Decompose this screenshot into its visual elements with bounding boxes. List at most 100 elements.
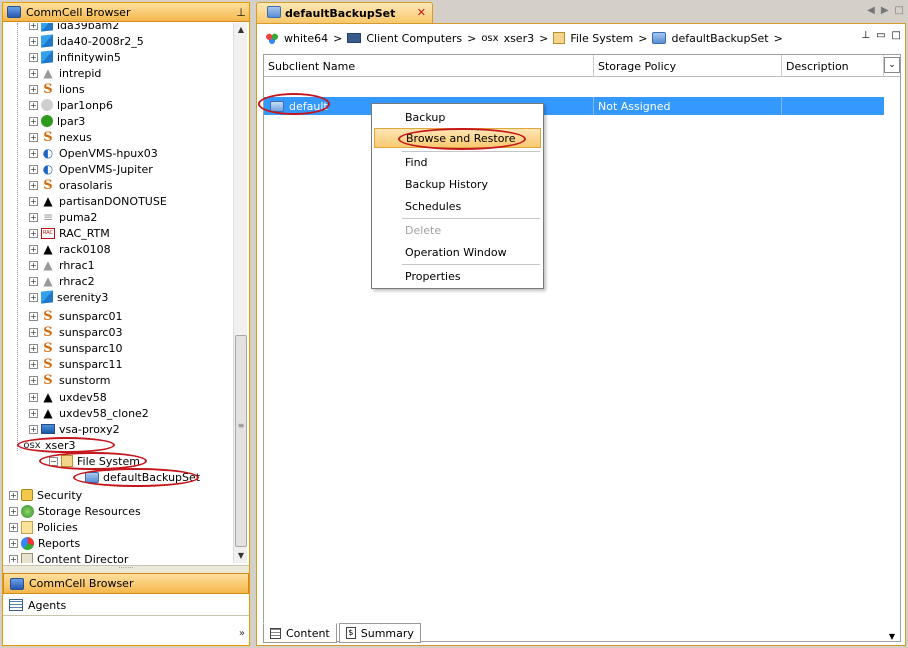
tree-item-reports[interactable]: + Reports bbox=[9, 535, 80, 551]
tree-item-client[interactable]: + ▲ uxdev58_clone2 bbox=[29, 405, 149, 421]
collapse-icon[interactable]: − bbox=[49, 456, 58, 466]
expand-icon[interactable]: + bbox=[29, 116, 38, 126]
tree-item-client[interactable]: + lpar3 bbox=[29, 113, 85, 129]
expand-icon[interactable]: + bbox=[29, 375, 38, 385]
close-icon[interactable]: ✕ bbox=[417, 6, 426, 19]
tree-item-client[interactable]: + ◐ OpenVMS-Jupiter bbox=[29, 161, 153, 177]
expand-icon[interactable]: + bbox=[29, 276, 38, 286]
panel-splitter[interactable]: ······· bbox=[3, 565, 249, 573]
scroll-thumb[interactable]: ≡ bbox=[235, 335, 247, 547]
expand-icon[interactable]: + bbox=[29, 52, 38, 62]
tab-next-icon[interactable]: ▶ bbox=[881, 5, 889, 16]
tree-item-client[interactable]: + ida40-2008r2_5 bbox=[29, 33, 144, 49]
menu-item-browse-and-restore[interactable]: Browse and Restore bbox=[374, 128, 541, 148]
column-header-description[interactable]: Description bbox=[782, 55, 884, 77]
tree-item-client[interactable]: + ▲ rhrac2 bbox=[29, 273, 95, 289]
expand-icon[interactable]: + bbox=[29, 424, 38, 434]
expand-icon[interactable]: + bbox=[9, 538, 18, 548]
tree-item-default-backupset[interactable]: defaultBackupSet bbox=[85, 469, 200, 485]
expand-icon[interactable]: + bbox=[9, 522, 18, 532]
expand-icon[interactable]: + bbox=[9, 506, 18, 516]
menu-item-properties[interactable]: Properties bbox=[374, 266, 541, 286]
tree-scrollbar[interactable]: ▲ ≡ ▼ bbox=[233, 23, 247, 563]
expand-icon[interactable]: + bbox=[29, 84, 38, 94]
tree-item-client[interactable]: + Snexus bbox=[29, 129, 92, 145]
column-chooser-icon[interactable]: ⌄ bbox=[884, 57, 900, 73]
tree-item-client[interactable]: + Ssunsparc10 bbox=[29, 340, 122, 356]
expand-icon[interactable]: + bbox=[29, 228, 38, 238]
grid-scrollbar[interactable]: ▼ bbox=[884, 77, 900, 641]
tree-item-client[interactable]: + Sorasolaris bbox=[29, 177, 113, 193]
tree-item-client[interactable]: + ▲ intrepid bbox=[29, 65, 101, 81]
tree-item-security[interactable]: + Security bbox=[9, 487, 82, 503]
tree-item-client[interactable]: + ▲ rhrac1 bbox=[29, 257, 95, 273]
expand-icon[interactable]: + bbox=[29, 311, 38, 321]
pin-icon[interactable]: ⊥ bbox=[861, 30, 870, 41]
menu-item-schedules[interactable]: Schedules bbox=[374, 196, 541, 216]
breadcrumb-item[interactable]: white64 bbox=[284, 32, 328, 45]
breadcrumb-item[interactable]: defaultBackupSet bbox=[671, 32, 768, 45]
tree-item-storage-resources[interactable]: + Storage Resources bbox=[9, 503, 141, 519]
expand-icon[interactable]: + bbox=[29, 148, 38, 158]
nav-commcell-browser[interactable]: CommCell Browser bbox=[3, 573, 249, 594]
expand-icon[interactable]: + bbox=[29, 260, 38, 270]
expand-icon[interactable]: + bbox=[9, 554, 18, 563]
tree-item-client[interactable]: + ≡ puma2 bbox=[29, 209, 97, 225]
tree-item-xser3[interactable]: osx xser3 bbox=[23, 437, 75, 453]
tree-item-client[interactable]: + ida39bam2 bbox=[29, 23, 119, 33]
tab-summary[interactable]: $ Summary bbox=[338, 623, 421, 643]
pin-icon[interactable]: ⊥ bbox=[233, 6, 249, 19]
tree-item-file-system[interactable]: − File System bbox=[49, 453, 140, 469]
expand-icon[interactable]: + bbox=[29, 180, 38, 190]
column-header-subclient-name[interactable]: Subclient Name bbox=[264, 55, 594, 77]
column-header-storage-policy[interactable]: Storage Policy bbox=[594, 55, 782, 77]
tree-item-policies[interactable]: + Policies bbox=[9, 519, 78, 535]
expand-icon[interactable]: + bbox=[29, 132, 38, 142]
tree-item-client[interactable]: + Ssunsparc11 bbox=[29, 356, 122, 372]
tree-item-client[interactable]: + lpar1onp6 bbox=[29, 97, 113, 113]
table-row[interactable]: default Not Assigned bbox=[264, 97, 884, 115]
breadcrumb-item[interactable]: Client Computers bbox=[366, 32, 462, 45]
scroll-down-icon[interactable]: ▼ bbox=[884, 632, 900, 641]
menu-item-backup[interactable]: Backup bbox=[374, 107, 541, 127]
expand-icon[interactable]: + bbox=[29, 212, 38, 222]
breadcrumb-item[interactable]: File System bbox=[570, 32, 633, 45]
expand-icon[interactable]: + bbox=[29, 343, 38, 353]
tree-item-content-director[interactable]: + Content Director bbox=[9, 551, 128, 563]
expand-icon[interactable]: + bbox=[29, 36, 38, 46]
expand-icon[interactable]: + bbox=[29, 327, 38, 337]
expand-icon[interactable]: + bbox=[29, 359, 38, 369]
scroll-down-icon[interactable]: ▼ bbox=[234, 549, 248, 563]
tree-item-client[interactable]: + serenity3 bbox=[29, 289, 108, 305]
tree-item-client[interactable]: + vsa-proxy2 bbox=[29, 421, 120, 437]
expand-icon[interactable]: + bbox=[29, 392, 38, 402]
menu-item-operation-window[interactable]: Operation Window bbox=[374, 242, 541, 262]
breadcrumb-item[interactable]: xser3 bbox=[504, 32, 535, 45]
tree-item-client[interactable]: + ▲ partisanDONOTUSE bbox=[29, 193, 167, 209]
tree-item-client[interactable]: + ▲ uxdev58 bbox=[29, 389, 107, 405]
expand-icon[interactable]: + bbox=[9, 490, 18, 500]
maximize-icon[interactable]: □ bbox=[892, 30, 901, 41]
tab-default-backupset[interactable]: defaultBackupSet ✕ bbox=[256, 2, 433, 23]
expand-icon[interactable]: + bbox=[29, 292, 38, 302]
tree-item-client[interactable]: + ▲ rack0108 bbox=[29, 241, 111, 257]
scroll-up-icon[interactable]: ▲ bbox=[234, 23, 248, 37]
tree-item-client[interactable]: + ◐ OpenVMS-hpux03 bbox=[29, 145, 158, 161]
nav-agents[interactable]: Agents bbox=[3, 595, 249, 616]
tree-item-client[interactable]: + RAC RAC_RTM bbox=[29, 225, 110, 241]
expand-icon[interactable]: + bbox=[29, 68, 38, 78]
maximize-icon[interactable]: □ bbox=[895, 5, 904, 16]
tree-item-client[interactable]: + Ssunsparc01 bbox=[29, 308, 122, 324]
tree-item-client[interactable]: + Ssunsparc03 bbox=[29, 324, 122, 340]
menu-item-find[interactable]: Find bbox=[374, 152, 541, 172]
expand-icon[interactable]: + bbox=[29, 164, 38, 174]
restore-icon[interactable]: ▭ bbox=[876, 30, 885, 41]
expand-icon[interactable]: + bbox=[29, 196, 38, 206]
tab-content[interactable]: Content bbox=[263, 623, 337, 643]
expand-icon[interactable]: + bbox=[29, 408, 38, 418]
tree-item-client[interactable]: + Slions bbox=[29, 81, 85, 97]
expand-icon[interactable]: + bbox=[29, 100, 38, 110]
more-icon[interactable]: » bbox=[239, 628, 245, 639]
menu-item-backup-history[interactable]: Backup History bbox=[374, 174, 541, 194]
tree-item-client[interactable]: + Ssunstorm bbox=[29, 372, 111, 388]
